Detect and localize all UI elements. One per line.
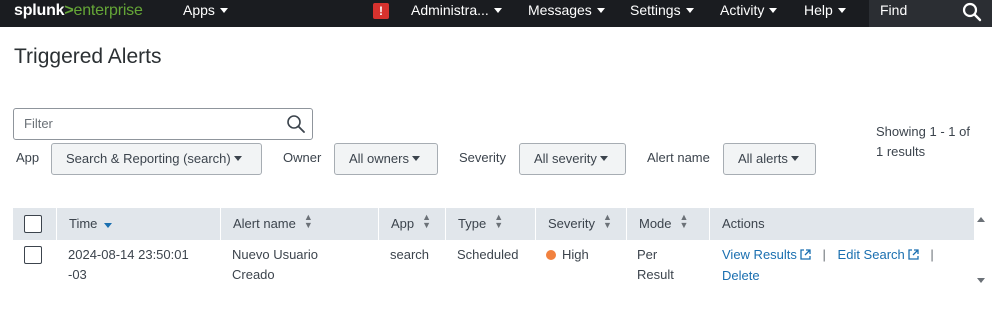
column-header-label: App [391, 216, 415, 231]
settings-menu[interactable]: Settings [630, 0, 694, 27]
edit-search-label: Edit Search [837, 247, 905, 262]
chevron-down-icon [493, 8, 502, 13]
cell-mode-line2: Result [637, 267, 674, 282]
severity-dropdown[interactable]: All severity [519, 143, 626, 175]
select-all-checkbox[interactable] [24, 215, 42, 233]
chevron-down-icon [599, 156, 608, 161]
chevron-down-icon [233, 156, 242, 161]
view-results-label: View Results [722, 247, 797, 262]
column-header-label: Mode [639, 216, 672, 231]
search-icon [286, 114, 306, 139]
view-results-link[interactable]: View Results [722, 247, 811, 262]
column-header-label: Actions [722, 216, 765, 231]
cell-mode-line1: Per [637, 247, 658, 262]
logo-product: enterprise [73, 2, 143, 19]
cell-actions: View Results | Edit Search | Delete [722, 247, 934, 283]
sort-descending-icon [104, 223, 113, 228]
logo-brand: splunk [14, 2, 65, 19]
activity-menu[interactable]: Activity [720, 0, 778, 27]
administrator-menu-label: Administra... [411, 2, 489, 18]
results-count: Showing 1 - 1 of 1 results [876, 122, 986, 162]
column-header-time[interactable]: Time [56, 208, 220, 240]
column-header-label: Type [458, 216, 487, 231]
column-header-type[interactable]: Type ▲ ▼ [445, 208, 535, 240]
owner-dropdown-value: All owners [349, 151, 409, 166]
filter-input[interactable] [24, 116, 284, 131]
severity-dropdown-value: All severity [534, 151, 597, 166]
sort-icon: ▲ ▼ [303, 212, 313, 230]
column-header-app[interactable]: App ▲ ▼ [378, 208, 445, 240]
column-header-label: Time [69, 216, 98, 231]
edit-search-link[interactable]: Edit Search [838, 247, 919, 262]
top-nav-bar: splunk>enterprise Apps ! Administra... M… [0, 0, 992, 27]
cell-time-line2: -03 [68, 267, 87, 282]
help-menu-label: Help [804, 2, 833, 18]
chevron-down-icon [837, 8, 846, 13]
severity-filter-label: Severity [459, 150, 506, 165]
chevron-down-icon [596, 8, 605, 13]
page-title: Triggered Alerts [14, 45, 162, 68]
sort-icon: ▲ ▼ [679, 212, 689, 230]
search-icon[interactable] [962, 1, 982, 26]
owner-filter-label: Owner [283, 150, 322, 165]
system-alert-icon[interactable]: ! [373, 3, 389, 19]
external-link-icon [800, 246, 811, 266]
chevron-down-icon [219, 8, 228, 13]
alert-name-dropdown[interactable]: All alerts [723, 143, 816, 175]
sort-icon: ▲ ▼ [494, 212, 504, 230]
results-count-line1: Showing 1 - 1 of [876, 124, 970, 139]
sort-icon: ▲ ▼ [422, 212, 432, 230]
app-dropdown-value: Search & Reporting (search) [66, 151, 231, 166]
app-dropdown[interactable]: Search & Reporting (search) [51, 143, 262, 175]
owner-dropdown[interactable]: All owners [334, 143, 438, 175]
cell-time-line1: 2024-08-14 23:50:01 [68, 247, 189, 262]
row-select-checkbox[interactable] [24, 246, 42, 264]
chevron-down-icon [685, 8, 694, 13]
activity-menu-label: Activity [720, 2, 765, 18]
apps-menu-label: Apps [183, 2, 215, 18]
cell-app: search [390, 247, 430, 262]
column-header-severity[interactable]: Severity ▲ ▼ [535, 208, 626, 240]
alert-name-dropdown-value: All alerts [738, 151, 788, 166]
severity-high-dot-icon [546, 250, 556, 260]
table-header: Time Alert name ▲ ▼ App ▲ ▼ Type ▲ ▼ Severity ▲… [13, 208, 974, 240]
scroll-down-arrow-icon[interactable] [977, 278, 985, 283]
chevron-down-icon [411, 156, 420, 161]
cell-alert-name-line2: Creado [232, 267, 275, 282]
alert-name-filter-label: Alert name [647, 150, 710, 165]
settings-menu-label: Settings [630, 2, 681, 18]
delete-link[interactable]: Delete [722, 268, 760, 283]
external-link-icon [908, 246, 919, 266]
help-menu[interactable]: Help [804, 0, 846, 27]
find-label: Find [880, 2, 908, 18]
logo-separator: > [64, 2, 74, 19]
scroll-up-arrow-icon[interactable] [977, 217, 985, 222]
column-header-label: Severity [548, 216, 595, 231]
filter-box[interactable] [13, 108, 313, 140]
chevron-down-icon [769, 8, 778, 13]
cell-type: Scheduled [457, 247, 519, 262]
sort-icon: ▲ ▼ [602, 212, 612, 230]
cell-alert-name: Nuevo Usuario Creado [232, 245, 367, 285]
cell-severity-label: High [562, 247, 589, 262]
cell-severity: High [546, 245, 589, 265]
column-header-alert-name[interactable]: Alert name ▲ ▼ [220, 208, 378, 240]
cell-time: 2024-08-14 23:50:01 -03 [68, 245, 213, 285]
results-count-line2: 1 results [876, 144, 926, 159]
messages-menu-label: Messages [528, 2, 592, 18]
column-header-mode[interactable]: Mode ▲ ▼ [626, 208, 709, 240]
administrator-menu[interactable]: Administra... [411, 0, 502, 27]
app-filter-label: App [16, 150, 40, 165]
column-header-actions: Actions [709, 208, 974, 240]
messages-menu[interactable]: Messages [528, 0, 605, 27]
chevron-down-icon [790, 156, 799, 161]
splunk-logo[interactable]: splunk>enterprise [14, 2, 143, 20]
cell-mode: Per Result [637, 245, 674, 285]
apps-menu[interactable]: Apps [183, 0, 228, 27]
find-search-box[interactable]: Find [869, 0, 992, 27]
cell-alert-name-line1: Nuevo Usuario [232, 247, 318, 262]
column-header-label: Alert name [233, 216, 296, 231]
